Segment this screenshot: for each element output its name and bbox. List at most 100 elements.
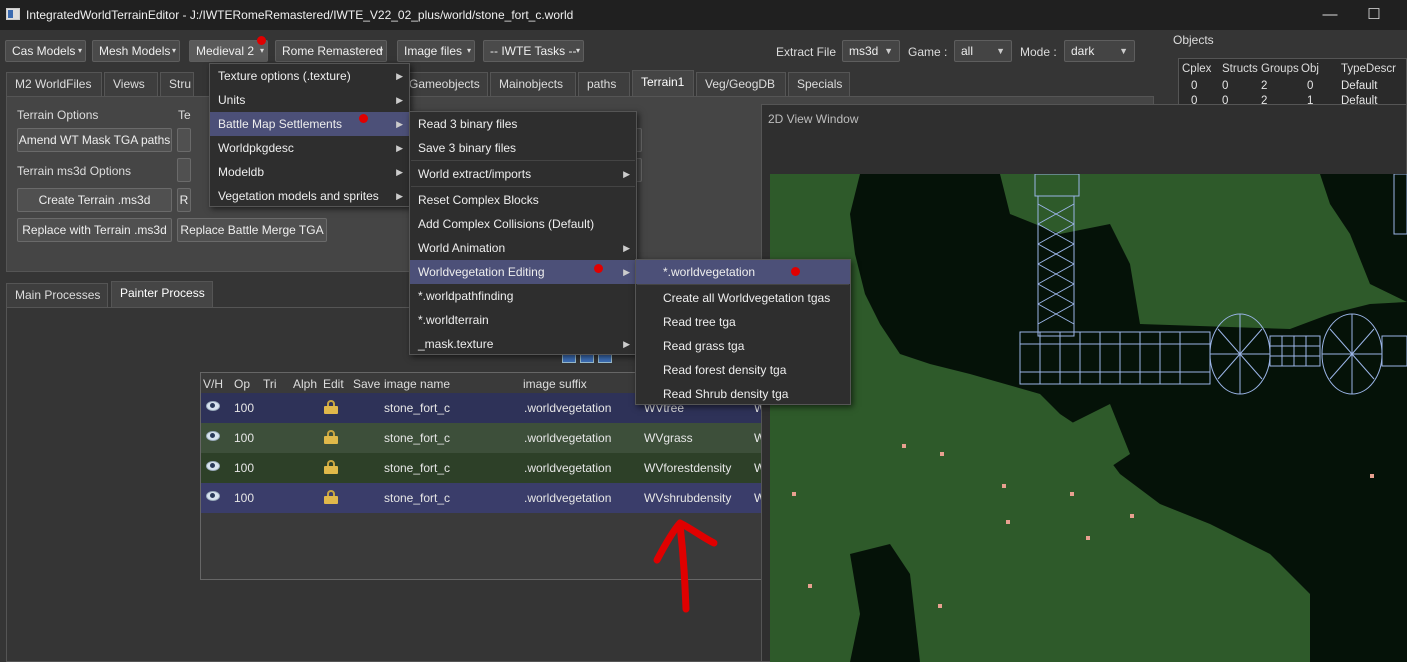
tab-main-processes[interactable]: Main Processes [6, 283, 108, 307]
eye-icon[interactable] [206, 491, 220, 501]
tab-painter-process[interactable]: Painter Process [111, 281, 213, 307]
menu-item-add-complex-collisions[interactable]: Add Complex Collisions (Default) [410, 212, 636, 236]
menu-item-battle-map-settlements[interactable]: Battle Map Settlements ▶ [210, 112, 409, 136]
submenu-arrow-icon: ▶ [396, 167, 403, 177]
chevron-down-icon: ▾ [171, 46, 176, 55]
eye-icon[interactable] [206, 401, 220, 411]
column-header[interactable]: Cplex [1182, 63, 1211, 75]
column-header[interactable]: V/H [203, 377, 223, 391]
eye-icon[interactable] [206, 431, 220, 441]
medieval2-label: Medieval 2 [196, 44, 255, 58]
menu-item-world-animation[interactable]: World Animation ▶ [410, 236, 636, 260]
iwte-tasks-dropdown[interactable]: -- IWTE Tasks -- ▾ [483, 40, 584, 62]
rome-remastered-label: Rome Remastered [282, 44, 383, 58]
menu-item-worldterrain[interactable]: *.worldterrain [410, 308, 636, 332]
tab-m2-worldfiles[interactable]: M2 WorldFiles [6, 72, 102, 96]
minimize-button[interactable]: — [1320, 6, 1340, 24]
column-header[interactable]: Op [234, 377, 250, 391]
menu-item-read-grass-tga[interactable]: Read grass tga [636, 334, 850, 358]
amend-wt-mask-button[interactable]: Amend WT Mask TGA paths [17, 128, 172, 152]
battle-map-settlements-menu: Read 3 binary files Save 3 binary files … [409, 111, 637, 355]
column-header[interactable]: Save [353, 377, 380, 391]
menu-item-units[interactable]: Units ▶ [210, 88, 409, 112]
menu-item-world-extract-imports[interactable]: World extract/imports ▶ [410, 162, 636, 186]
partial-button[interactable] [177, 158, 191, 182]
menu-item-label: Create all Worldvegetation tgas [663, 291, 831, 305]
lock-icon[interactable] [324, 430, 338, 444]
menu-item-reset-complex-blocks[interactable]: Reset Complex Blocks [410, 188, 636, 212]
menu-item-read-tree-tga[interactable]: Read tree tga [636, 310, 850, 334]
lock-icon[interactable] [324, 400, 338, 414]
column-header[interactable]: image name [384, 377, 450, 391]
column-header[interactable]: Alph [293, 377, 317, 391]
te-partial-label: Te [178, 108, 191, 122]
lock-icon[interactable] [324, 490, 338, 504]
column-header[interactable]: image suffix [523, 377, 587, 391]
r-partial-button[interactable]: R [177, 188, 191, 212]
tab-views[interactable]: Views [104, 72, 158, 96]
menu-item-texture-options[interactable]: Texture options (.texture) ▶ [210, 64, 409, 88]
medieval2-dropdown[interactable]: Medieval 2 ▾ [189, 40, 268, 62]
eye-icon[interactable] [206, 461, 220, 471]
cas-models-dropdown[interactable]: Cas Models ▾ [5, 40, 86, 62]
mode-combo[interactable]: dark ▼ [1064, 40, 1135, 62]
lock-icon[interactable] [324, 460, 338, 474]
extract-file-combo[interactable]: ms3d ▼ [842, 40, 900, 62]
rome-remastered-dropdown[interactable]: Rome Remastered ▾ [275, 40, 387, 62]
table-row[interactable]: 100 stone_fort_c .worldvegetation WVgras… [201, 423, 765, 453]
terrain-map-canvas[interactable] [770, 174, 1407, 662]
terrain-ms3d-options-label: Terrain ms3d Options [17, 164, 132, 178]
submenu-arrow-icon: ▶ [396, 119, 403, 129]
menu-item-worldpkgdesc[interactable]: Worldpkgdesc ▶ [210, 136, 409, 160]
menu-item-vegetation-models[interactable]: Vegetation models and sprites ▶ [210, 184, 409, 208]
column-header[interactable]: Obj [1301, 63, 1319, 75]
app-icon [6, 8, 20, 20]
tab-mainobjects[interactable]: Mainobjects [490, 72, 576, 96]
image-type-cell: WVforestdensity [644, 461, 732, 475]
menu-item-read-forest-density-tga[interactable]: Read forest density tga [636, 358, 850, 382]
menu-item-worldvegetation[interactable]: *.worldvegetation [636, 260, 850, 284]
tab-paths[interactable]: paths [578, 72, 630, 96]
tab-gameobjects[interactable]: Gameobjects [400, 72, 488, 96]
table-row[interactable]: 100 stone_fort_c .worldvegetation WVshru… [201, 483, 765, 513]
column-header[interactable]: Edit [323, 377, 344, 391]
menu-item-read-3-binary[interactable]: Read 3 binary files [410, 112, 636, 136]
menu-item-label: Modeldb [218, 165, 265, 179]
column-header[interactable]: Groups [1261, 63, 1299, 75]
menu-item-worldpathfinding[interactable]: *.worldpathfinding [410, 284, 636, 308]
replace-terrain-button[interactable]: Replace with Terrain .ms3d [17, 218, 172, 242]
table-row[interactable]: 100 stone_fort_c .worldvegetation WVfore… [201, 453, 765, 483]
tab-specials[interactable]: Specials [788, 72, 850, 96]
image-type-cell: WVshrubdensity [644, 491, 732, 505]
iwte-tasks-label: -- IWTE Tasks -- [490, 44, 577, 58]
replace-battle-merge-button[interactable]: Replace Battle Merge TGA [177, 218, 327, 242]
image-files-dropdown[interactable]: Image files ▾ [397, 40, 475, 62]
mesh-models-label: Mesh Models [99, 44, 171, 58]
tab-veg-geogdb[interactable]: Veg/GeogDB [696, 72, 786, 96]
menu-item-modeldb[interactable]: Modeldb ▶ [210, 160, 409, 184]
menu-item-save-3-binary[interactable]: Save 3 binary files [410, 136, 636, 160]
create-terrain-button[interactable]: Create Terrain .ms3d [17, 188, 172, 212]
red-dot-marker [359, 114, 368, 123]
menu-item-label: Worldpkgdesc [218, 141, 294, 155]
game-combo[interactable]: all ▼ [954, 40, 1012, 62]
column-header[interactable]: Structs [1222, 63, 1258, 75]
menu-item-label: Worldvegetation Editing [418, 265, 545, 279]
menu-item-label: _mask.texture [418, 337, 494, 351]
maximize-button[interactable]: ☐ [1364, 6, 1384, 24]
image-suffix-cell: .worldvegetation [524, 461, 612, 475]
column-header[interactable]: TypeDescr [1341, 63, 1396, 75]
tab-stru[interactable]: Stru [160, 72, 194, 96]
submenu-arrow-icon: ▶ [623, 267, 630, 277]
tab-terrain1[interactable]: Terrain1 [632, 70, 694, 96]
partial-button[interactable] [177, 128, 191, 152]
mesh-models-dropdown[interactable]: Mesh Models ▾ [92, 40, 180, 62]
menu-item-mask-texture[interactable]: _mask.texture ▶ [410, 332, 636, 356]
menu-item-read-shrub-density-tga[interactable]: Read Shrub density tga [636, 382, 850, 406]
menu-item-create-all-tgas[interactable]: Create all Worldvegetation tgas [636, 286, 850, 310]
menu-item-label: Reset Complex Blocks [418, 193, 539, 207]
menu-item-worldvegetation-editing[interactable]: Worldvegetation Editing ▶ [410, 260, 636, 284]
mode-label: Mode : [1020, 45, 1057, 59]
submenu-arrow-icon: ▶ [623, 339, 630, 349]
column-header[interactable]: Tri [263, 377, 277, 391]
